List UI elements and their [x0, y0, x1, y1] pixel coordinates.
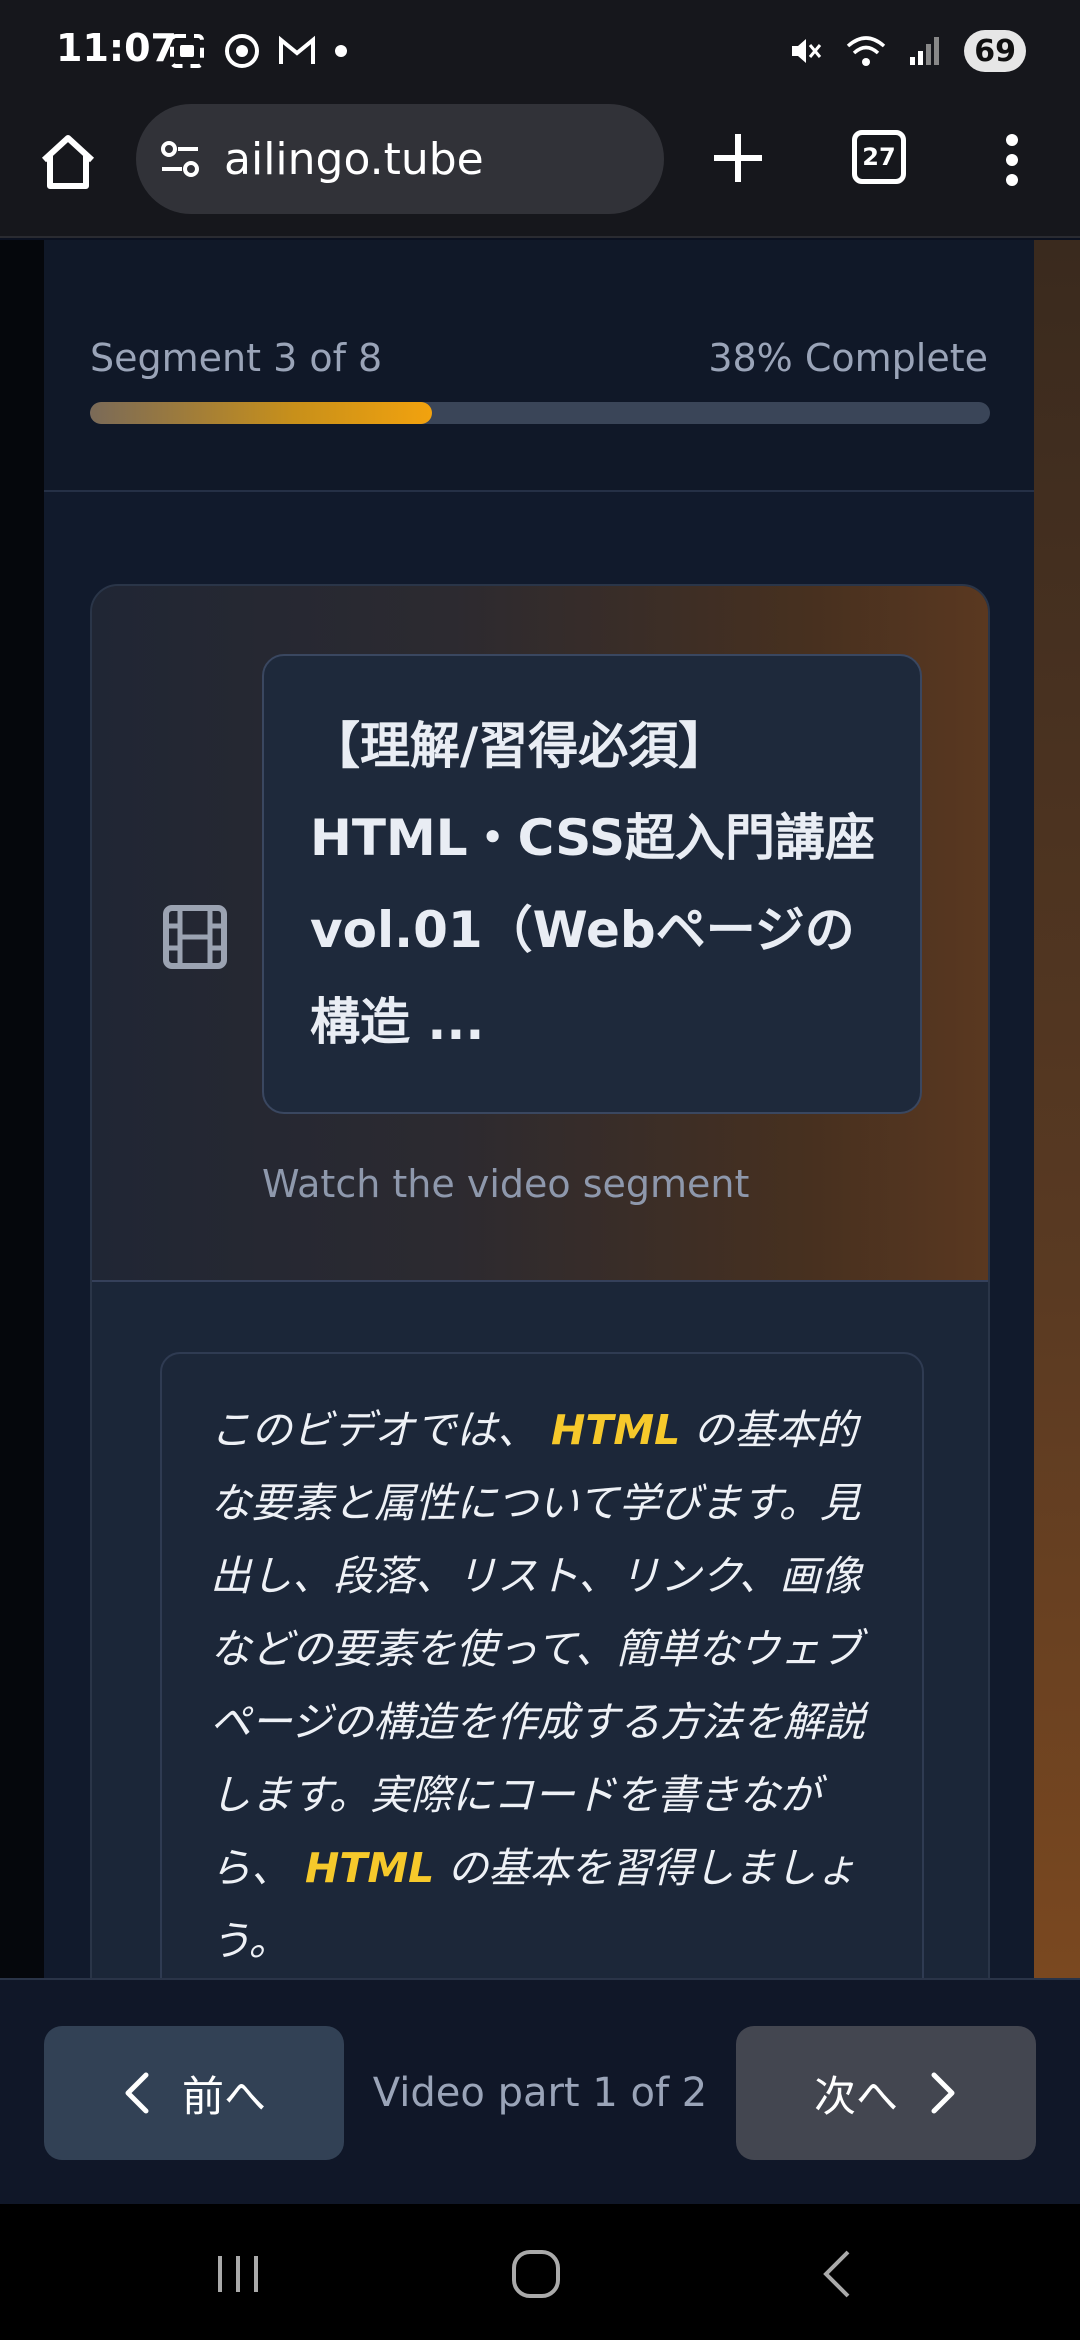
- browser-toolbar: ailingo.tube 27: [0, 100, 1080, 238]
- video-title-box[interactable]: 【理解/習得必須】HTML・CSS超入門講座vol.01（Webページの構造 .…: [262, 654, 922, 1114]
- video-part-label: Video part 1 of 2: [372, 2070, 708, 2116]
- chrome-icon: [225, 34, 259, 68]
- segment-label: Segment 3 of 8: [90, 336, 383, 380]
- progress-bar: [90, 402, 990, 424]
- progress-section: Segment 3 of 8 38% Complete: [44, 240, 1034, 492]
- mute-icon: [792, 39, 822, 63]
- video-title: 【理解/習得必須】HTML・CSS超入門講座vol.01（Webページの構造 .…: [310, 717, 875, 1051]
- segment-navigation: 前へ Video part 1 of 2 次へ: [0, 1978, 1080, 2204]
- site-settings-icon[interactable]: [158, 137, 202, 181]
- tab-count: 27: [862, 143, 896, 171]
- watch-video-label: Watch the video segment: [262, 1162, 750, 1206]
- page-content: Segment 3 of 8 38% Complete 【理解/習得必須】HTM…: [0, 240, 1080, 1980]
- previous-button[interactable]: 前へ: [44, 2026, 344, 2160]
- signal-icon: [910, 37, 940, 65]
- back-nav-icon[interactable]: [808, 2244, 868, 2304]
- status-time: 11:07: [56, 26, 177, 70]
- highlighted-term: HTML: [551, 1406, 681, 1454]
- description-text: このビデオでは、 HTML の基本的な要素と属性について学びます。見出し、段落、…: [210, 1394, 884, 1978]
- description-segment: の基本的な要素と属性について学びます。見出し、段落、リスト、リンク、画像などの要…: [210, 1406, 866, 1892]
- status-bar: 11:07 69: [0, 0, 1080, 100]
- system-navigation-bar: [0, 2204, 1080, 2340]
- dot-icon: [335, 45, 347, 57]
- status-right-icons: 69: [788, 30, 1026, 72]
- status-left-icons: [168, 32, 348, 70]
- percent-complete-label: 38% Complete: [708, 336, 988, 380]
- battery-icon: 69: [964, 30, 1026, 72]
- home-nav-icon[interactable]: [506, 2244, 566, 2304]
- new-tab-icon[interactable]: [708, 128, 768, 188]
- right-backdrop: [1034, 240, 1080, 1980]
- battery-level: 69: [974, 33, 1016, 69]
- lesson-panel: Segment 3 of 8 38% Complete 【理解/習得必須】HTM…: [44, 240, 1034, 1980]
- next-button[interactable]: 次へ: [736, 2026, 1036, 2160]
- next-button-label: 次へ: [813, 2071, 898, 2121]
- address-bar[interactable]: ailingo.tube: [136, 104, 664, 214]
- chevron-right-icon: [931, 2072, 955, 2114]
- home-icon[interactable]: [36, 130, 100, 194]
- progress-bar-fill: [90, 402, 432, 424]
- segment-card: 【理解/習得必須】HTML・CSS超入門講座vol.01（Webページの構造 .…: [90, 584, 990, 1980]
- gmail-icon: [279, 35, 315, 64]
- chevron-left-icon: [125, 2072, 149, 2114]
- highlighted-term: HTML: [305, 1844, 435, 1892]
- tab-switcher-button[interactable]: 27: [852, 130, 906, 184]
- left-backdrop: [0, 240, 44, 1980]
- screenshot-icon: [170, 34, 204, 68]
- film-icon: [163, 905, 227, 969]
- recent-apps-icon[interactable]: [208, 2244, 268, 2304]
- description-segment: このビデオでは、: [210, 1406, 552, 1454]
- wifi-icon: [847, 36, 886, 66]
- description-box: このビデオでは、 HTML の基本的な要素と属性について学びます。見出し、段落、…: [160, 1352, 924, 1980]
- url-text: ailingo.tube: [224, 133, 484, 185]
- video-area[interactable]: 【理解/習得必須】HTML・CSS超入門講座vol.01（Webページの構造 .…: [92, 586, 988, 1282]
- more-menu-icon[interactable]: [1000, 132, 1024, 188]
- previous-button-label: 前へ: [181, 2071, 266, 2121]
